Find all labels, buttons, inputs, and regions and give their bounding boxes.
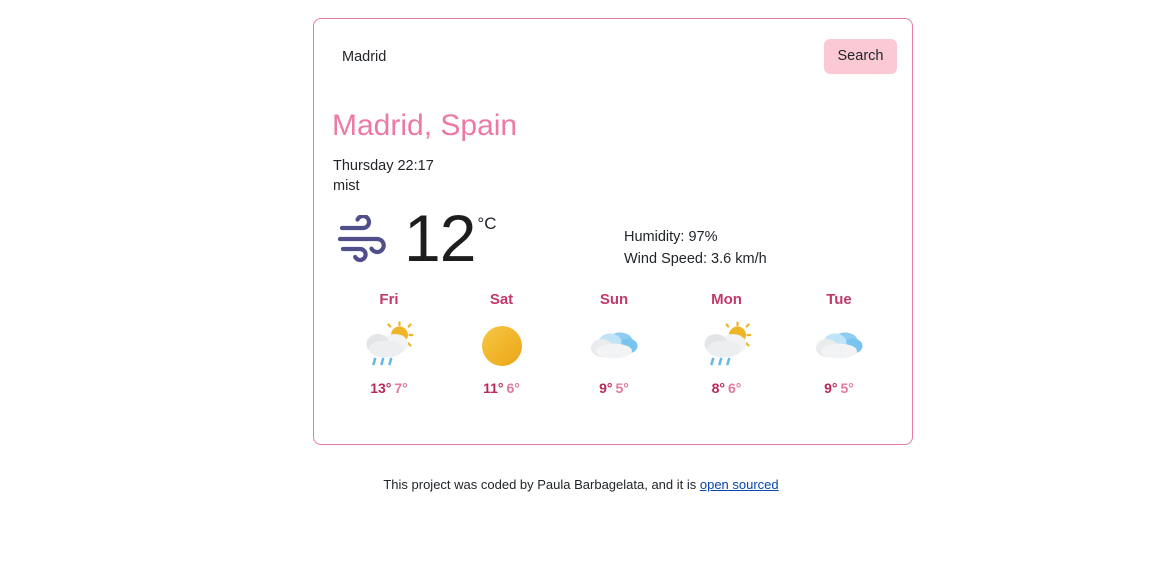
forecast-day: Fri 13° 7°	[336, 291, 442, 396]
forecast-min-temp: 6°	[506, 380, 520, 396]
footer-text: This project was coded by Paula Barbagel…	[383, 477, 700, 492]
weather-app-page: Search Madrid, Spain Thursday 22:17 mist	[0, 0, 1162, 566]
page-title: Madrid, Spain	[332, 109, 518, 142]
forecast-max-temp: 11°	[483, 380, 504, 396]
forecast-day-label: Sun	[599, 291, 629, 308]
cloud-icon	[561, 318, 667, 374]
search-row: Search	[314, 19, 914, 91]
forecast-min-temp: 6°	[728, 380, 742, 396]
current-weather-details: Humidity: 97% Wind Speed: 3.6 km/h	[624, 226, 767, 270]
forecast-min-temp: 5°	[615, 380, 629, 396]
forecast-max-temp: 8°	[711, 380, 725, 396]
wind-icon	[336, 213, 392, 263]
forecast-temps: 11° 6°	[449, 380, 555, 396]
forecast-day-label: Mon	[711, 291, 742, 308]
forecast-max-temp: 13°	[370, 380, 392, 396]
current-description: mist	[333, 178, 360, 194]
humidity-value: Humidity: 97%	[624, 229, 718, 245]
sun-icon	[449, 318, 555, 374]
forecast-day: Mon 8° 6°	[674, 291, 780, 396]
footer: This project was coded by Paula Barbagel…	[0, 477, 1162, 492]
forecast-max-temp: 9°	[824, 380, 838, 396]
forecast-day-label: Fri	[379, 291, 399, 308]
forecast-temps: 8° 6°	[674, 380, 780, 396]
forecast-min-temp: 5°	[840, 380, 854, 396]
current-conditions-text: Thursday 22:17 mist	[333, 156, 434, 196]
open-sourced-link[interactable]: open sourced	[700, 477, 779, 492]
rain-sun-icon	[674, 318, 780, 374]
city-search-input[interactable]	[342, 45, 762, 69]
search-button[interactable]: Search	[824, 39, 897, 74]
weather-card: Search Madrid, Spain Thursday 22:17 mist	[313, 18, 913, 445]
current-datetime: Thursday 22:17	[333, 158, 434, 174]
current-weather-row: 12 °C Humidity: 97% Wind Speed: 3.6 km/h	[314, 201, 914, 276]
cloud-icon	[786, 318, 892, 374]
current-temperature-group: 12 °C	[404, 201, 497, 276]
forecast-day: Sun 9° 5°	[561, 291, 667, 396]
forecast-max-temp: 9°	[599, 380, 613, 396]
current-temperature-value: 12	[404, 201, 476, 275]
temperature-unit: °C	[477, 214, 497, 233]
rain-sun-icon	[336, 318, 442, 374]
forecast-day-label: Tue	[826, 291, 852, 308]
forecast-temps: 13° 7°	[336, 380, 442, 396]
forecast-day: Sat 11° 6°	[449, 291, 555, 396]
forecast-row: Fri 13° 7° Sat 11° 6° Sun 9° 5° Mon 8° 6…	[336, 291, 892, 396]
wind-speed-value: Wind Speed: 3.6 km/h	[624, 251, 767, 267]
forecast-temps: 9° 5°	[561, 380, 667, 396]
forecast-min-temp: 7°	[394, 380, 408, 396]
forecast-day-label: Sat	[489, 291, 514, 308]
forecast-temps: 9° 5°	[786, 380, 892, 396]
forecast-day: Tue 9° 5°	[786, 291, 892, 396]
